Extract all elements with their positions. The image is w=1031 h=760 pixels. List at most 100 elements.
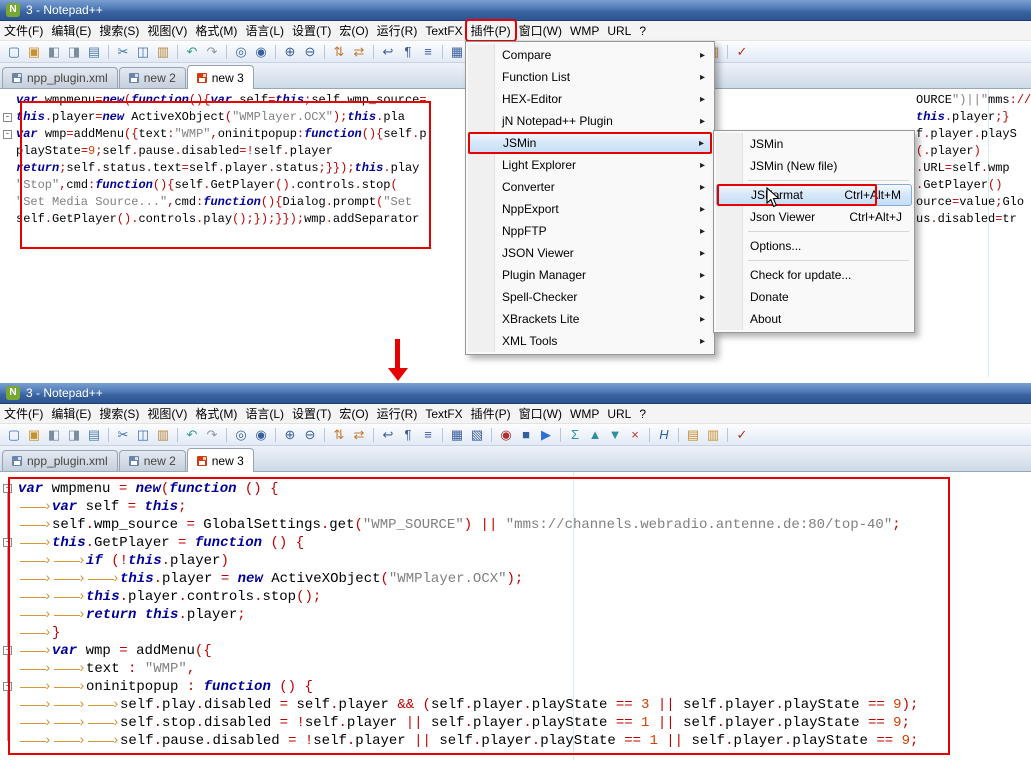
open-folder-icon[interactable]: ▣ xyxy=(25,43,43,61)
open-folder-icon[interactable]: ▣ xyxy=(25,426,43,444)
zoom-out-icon[interactable]: ⊖ xyxy=(301,43,319,61)
sync-scroll-vertical-icon[interactable]: ⇅ xyxy=(330,43,348,61)
tab-npp-plugin-xml[interactable]: npp_plugin.xml xyxy=(2,450,118,471)
menu-settings[interactable]: 设置(T) xyxy=(288,404,335,423)
paste-icon[interactable]: ▥ xyxy=(154,43,172,61)
clear-icon[interactable]: × xyxy=(626,426,644,444)
jsmin-menu-item-jsformat[interactable]: JSFormat Ctrl+Alt+M xyxy=(716,184,912,206)
sync-scroll-horizontal-icon[interactable]: ⇄ xyxy=(350,43,368,61)
fold-collapse-icon[interactable]: - xyxy=(3,484,12,493)
replace-icon[interactable]: ◉ xyxy=(252,426,270,444)
cut-icon[interactable]: ✂ xyxy=(114,43,132,61)
fold-collapse-icon[interactable]: - xyxy=(3,130,12,139)
menu-search[interactable]: 搜索(S) xyxy=(95,404,143,423)
plugins-menu-item-plugin-manager[interactable]: Plugin Manager ▸ xyxy=(468,264,712,286)
jsmin-menu-item-json-viewer[interactable]: Json Viewer Ctrl+Alt+J xyxy=(716,206,912,228)
menu-textfx[interactable]: TextFX xyxy=(421,404,466,423)
menu-settings[interactable]: 设置(T) xyxy=(288,21,335,40)
redo-icon[interactable]: ↷ xyxy=(203,43,221,61)
print-icon[interactable]: ▤ xyxy=(85,426,103,444)
macro-record-icon[interactable]: ◉ xyxy=(497,426,515,444)
menu-window[interactable]: 窗口(W) xyxy=(515,404,566,423)
find-icon[interactable]: ◎ xyxy=(232,426,250,444)
zoom-in-icon[interactable]: ⊕ xyxy=(281,43,299,61)
editor-area[interactable]: ---- var wmpmenu = new(function () {›var… xyxy=(0,472,1031,760)
paste-icon[interactable]: ▥ xyxy=(154,426,172,444)
menu-url[interactable]: URL xyxy=(603,21,635,40)
save-icon[interactable]: ◧ xyxy=(45,43,63,61)
menu-format[interactable]: 格式(M) xyxy=(191,404,241,423)
zoom-out-icon[interactable]: ⊖ xyxy=(301,426,319,444)
menu-wmp[interactable]: WMP xyxy=(566,404,603,423)
sort-descending-icon[interactable]: ▼ xyxy=(606,426,624,444)
undo-icon[interactable]: ↶ xyxy=(183,43,201,61)
sort-ascending-icon[interactable]: ▲ xyxy=(586,426,604,444)
cut-icon[interactable]: ✂ xyxy=(114,426,132,444)
menu-url[interactable]: URL xyxy=(603,404,635,423)
sync-scroll-vertical-icon[interactable]: ⇅ xyxy=(330,426,348,444)
tab-npp-plugin-xml[interactable]: npp_plugin.xml xyxy=(2,67,118,88)
user-dialog-icon[interactable]: ▦ xyxy=(448,426,466,444)
menu-format[interactable]: 格式(M) xyxy=(191,21,241,40)
plugins-menu-item-spell-checker[interactable]: Spell-Checker ▸ xyxy=(468,286,712,308)
menu-file[interactable]: 文件(F) xyxy=(0,404,47,423)
tab-new-2[interactable]: new 2 xyxy=(118,450,186,471)
new-file-icon[interactable]: ▢ xyxy=(5,43,23,61)
menu-view[interactable]: 视图(V) xyxy=(143,21,191,40)
title-bar[interactable]: N 3 - Notepad++ xyxy=(0,383,1031,404)
save-icon[interactable]: ◧ xyxy=(45,426,63,444)
menu-macro[interactable]: 宏(O) xyxy=(335,404,372,423)
undo-icon[interactable]: ↶ xyxy=(183,426,201,444)
menu-help[interactable]: ? xyxy=(635,404,650,423)
macro-stop-icon[interactable]: ■ xyxy=(517,426,535,444)
macro-play-icon[interactable]: ▶ xyxy=(537,426,555,444)
word-wrap-icon[interactable]: ↩ xyxy=(379,43,397,61)
show-all-characters-icon[interactable]: ¶ xyxy=(399,426,417,444)
indent-guide-icon[interactable]: ≡ xyxy=(419,43,437,61)
new-file-icon[interactable]: ▢ xyxy=(5,426,23,444)
menu-textfx[interactable]: TextFX xyxy=(421,21,466,40)
jsmin-menu-item-jsmin-new-file[interactable]: JSMin (New file) xyxy=(716,155,912,177)
show-all-characters-icon[interactable]: ¶ xyxy=(399,43,417,61)
plugins-menu-item-xml-tools[interactable]: XML Tools ▸ xyxy=(468,330,712,352)
fold-collapse-icon[interactable]: - xyxy=(3,538,12,547)
menu-plugins[interactable]: 插件(P) xyxy=(467,21,515,40)
word-wrap-icon[interactable]: ↩ xyxy=(379,426,397,444)
plugins-menu-item-nppftp[interactable]: NppFTP ▸ xyxy=(468,220,712,242)
fold-collapse-icon[interactable]: - xyxy=(3,646,12,655)
tab-new-2[interactable]: new 2 xyxy=(118,67,186,88)
find-icon[interactable]: ◎ xyxy=(232,43,250,61)
copy-icon[interactable]: ◫ xyxy=(134,426,152,444)
jsmin-menu-item-donate[interactable]: Donate xyxy=(716,286,912,308)
replace-icon[interactable]: ◉ xyxy=(252,43,270,61)
copy-icon[interactable]: ◫ xyxy=(134,43,152,61)
plugins-menu-item-hex-editor[interactable]: HEX-Editor ▸ xyxy=(468,88,712,110)
redo-icon[interactable]: ↷ xyxy=(203,426,221,444)
indent-guide-icon[interactable]: ≡ xyxy=(419,426,437,444)
export-rtf-icon[interactable]: ▥ xyxy=(704,426,722,444)
print-icon[interactable]: ▤ xyxy=(85,43,103,61)
menu-run[interactable]: 运行(R) xyxy=(373,21,422,40)
menu-search[interactable]: 搜索(S) xyxy=(95,21,143,40)
export-html-icon[interactable]: ▤ xyxy=(684,426,702,444)
save-all-icon[interactable]: ◨ xyxy=(65,43,83,61)
user-dialog-icon[interactable]: ▦ xyxy=(448,43,466,61)
jsmin-menu-item-check-for-update[interactable]: Check for update... xyxy=(716,264,912,286)
plugins-menu-item-light-explorer[interactable]: Light Explorer ▸ xyxy=(468,154,712,176)
menu-edit[interactable]: 编辑(E) xyxy=(47,404,95,423)
tab-new-3[interactable]: new 3 xyxy=(186,65,254,89)
function-help-icon[interactable]: H xyxy=(655,426,673,444)
code-area[interactable]: var wmpmenu = new(function () {›var self… xyxy=(18,480,1031,750)
plugins-menu-item-converter[interactable]: Converter ▸ xyxy=(468,176,712,198)
fold-margin[interactable]: - - - - xyxy=(0,472,16,760)
plugins-menu-item-xbrackets-lite[interactable]: XBrackets Lite ▸ xyxy=(468,308,712,330)
menu-window[interactable]: 窗口(W) xyxy=(515,21,566,40)
plugins-menu-item-function-list[interactable]: Function List ▸ xyxy=(468,66,712,88)
fold-collapse-icon[interactable]: - xyxy=(3,113,12,122)
menu-wmp[interactable]: WMP xyxy=(566,21,603,40)
fold-margin[interactable]: -- xyxy=(0,89,16,377)
menu-edit[interactable]: 编辑(E) xyxy=(47,21,95,40)
menu-language[interactable]: 语言(L) xyxy=(241,404,288,423)
doc-map-icon[interactable]: ▧ xyxy=(468,426,486,444)
menu-macro[interactable]: 宏(O) xyxy=(335,21,372,40)
